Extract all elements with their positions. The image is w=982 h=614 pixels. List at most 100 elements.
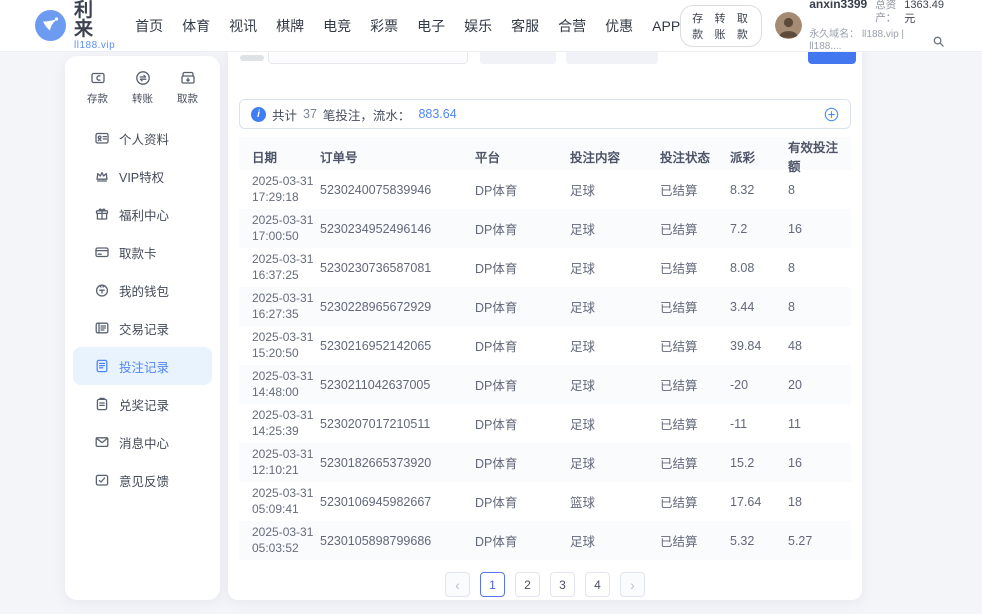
page-button-2[interactable]: 2 xyxy=(515,572,540,597)
nav-home[interactable]: 首页 xyxy=(135,16,163,36)
table-body: 2025-03-3117:29:18 5230240075839946 DP体育… xyxy=(239,170,851,560)
sidebar-item-redeem-records[interactable]: 兑奖记录 xyxy=(73,385,212,423)
sidebar-item-label: 交易记录 xyxy=(119,319,169,338)
withdraw-link[interactable]: 取款 xyxy=(737,10,750,42)
nav-service[interactable]: 客服 xyxy=(511,16,539,36)
turnover-value: 883.64 xyxy=(418,107,456,121)
logo-icon xyxy=(35,10,66,41)
sidebar-item-label: VIP特权 xyxy=(119,167,164,186)
next-page-button[interactable]: › xyxy=(620,572,645,597)
sidebar-item-label: 兑奖记录 xyxy=(119,395,169,414)
table-row: 2025-03-3115:20:50 5230216952142065 DP体育… xyxy=(239,326,851,365)
bank-card-icon xyxy=(94,244,110,260)
table-row: 2025-03-3114:25:39 5230207017210511 DP体育… xyxy=(239,404,851,443)
sidebar-item-feedback[interactable]: 意见反馈 xyxy=(73,461,212,499)
sidebar-menu: 个人资料 VIP特权 福利中心 取款卡 xyxy=(65,119,220,499)
page-button-1[interactable]: 1 xyxy=(480,572,505,597)
col-platform: 平台 xyxy=(475,147,570,166)
username: anxin3399 xyxy=(809,0,867,12)
page-button-4[interactable]: 4 xyxy=(585,572,610,597)
col-order: 订单号 xyxy=(320,147,475,166)
sidebar: 存款 转账 取款 个人资料 xyxy=(65,56,220,600)
pagination: ‹ 1 2 3 4 › xyxy=(228,572,862,597)
sidebar-item-welfare[interactable]: 福利中心 xyxy=(73,195,212,233)
feedback-icon xyxy=(94,472,110,488)
expand-plus-icon[interactable] xyxy=(824,107,839,122)
nav-esports[interactable]: 电竞 xyxy=(323,16,351,36)
sidebar-item-messages[interactable]: 消息中心 xyxy=(73,423,212,461)
sidebar-item-wallet[interactable]: 我的钱包 xyxy=(73,271,212,309)
table-header: 日期 订单号 平台 投注内容 投注状态 派彩 有效投注额 xyxy=(239,137,851,170)
table-row: 2025-03-3117:00:50 5230234952496146 DP体育… xyxy=(239,209,851,248)
summary-prefix: 共计 xyxy=(272,105,297,124)
sidebar-quick-actions: 存款 转账 取款 xyxy=(65,56,220,110)
site-logo[interactable]: 利 来 ll188.vip xyxy=(35,1,122,51)
summary-bar: i 共计 37 笔投注，流水： 883.64 xyxy=(239,99,851,129)
summary-middle: 笔投注，流水： xyxy=(323,105,411,124)
sidebar-item-profile[interactable]: 个人资料 xyxy=(73,119,212,157)
sidebar-item-bet-records[interactable]: 投注记录 xyxy=(73,347,212,385)
nav-sports[interactable]: 体育 xyxy=(182,16,210,36)
sidebar-item-vip[interactable]: VIP特权 xyxy=(73,157,212,195)
nav-app[interactable]: APP xyxy=(652,18,680,34)
bet-records-icon xyxy=(94,358,110,374)
nav-entertainment[interactable]: 娱乐 xyxy=(464,16,492,36)
table-row: 2025-03-3112:10:21 5230182665373920 DP体育… xyxy=(239,443,851,482)
sidebar-item-label: 意见反馈 xyxy=(119,471,169,490)
logo-domain: ll188.vip xyxy=(74,41,122,51)
nav-slots[interactable]: 电子 xyxy=(417,16,445,36)
col-date: 日期 xyxy=(252,147,320,166)
bet-records-table: 日期 订单号 平台 投注内容 投注状态 派彩 有效投注额 2025-03-311… xyxy=(239,137,851,560)
user-info[interactable]: anxin3399 总资产： 1363.49元 永久域名： ll188.vip … xyxy=(775,0,944,54)
col-payout: 派彩 xyxy=(730,147,788,166)
sidebar-item-label: 消息中心 xyxy=(119,433,169,452)
quick-deposit-button[interactable]: 存款 xyxy=(87,69,108,106)
nav-promo[interactable]: 优惠 xyxy=(605,16,633,36)
bet-count: 37 xyxy=(303,107,317,121)
nav-partner[interactable]: 合营 xyxy=(558,16,586,36)
prev-page-button[interactable]: ‹ xyxy=(445,572,470,597)
permanent-domain: 永久域名： ll188.vip | ll188.... xyxy=(809,29,929,54)
table-row: 2025-03-3116:27:35 5230228965672929 DP体育… xyxy=(239,287,851,326)
top-header: 利 来 ll188.vip 首页 体育 视讯 棋牌 电竞 彩票 电子 娱乐 客服… xyxy=(0,0,982,52)
deposit-icon xyxy=(89,69,107,87)
transfer-link[interactable]: 转账 xyxy=(715,10,728,42)
nav-cards[interactable]: 棋牌 xyxy=(276,16,304,36)
quick-transfer-button[interactable]: 转账 xyxy=(132,69,153,106)
sidebar-item-label: 取款卡 xyxy=(119,243,157,262)
assets-value: 1363.49元 xyxy=(904,0,944,27)
deposit-link[interactable]: 存款 xyxy=(692,10,705,42)
crown-icon xyxy=(94,168,110,184)
wallet-icon xyxy=(94,282,110,298)
clipboard-icon xyxy=(94,396,110,412)
quick-deposit-label: 存款 xyxy=(87,91,108,106)
table-row: 2025-03-3114:48:00 5230211042637005 DP体育… xyxy=(239,365,851,404)
table-row: 2025-03-3105:09:41 5230106945982667 DP体育… xyxy=(239,482,851,521)
sidebar-item-transactions[interactable]: 交易记录 xyxy=(73,309,212,347)
table-row: 2025-03-3105:03:52 5230105898799686 DP体育… xyxy=(239,521,851,560)
logo-title: 利 来 xyxy=(74,1,122,39)
header-right: 存款 转账 取款 anxin3399 总资产： 1363.49元 永久域名： xyxy=(680,0,944,54)
bet-records-panel: i 共计 37 笔投注，流水： 883.64 日期 订单号 平台 投注内容 投注… xyxy=(228,40,862,600)
transfer-icon xyxy=(134,69,152,87)
page-button-3[interactable]: 3 xyxy=(550,572,575,597)
sidebar-item-withdraw-card[interactable]: 取款卡 xyxy=(73,233,212,271)
quick-transfer-label: 转账 xyxy=(132,91,153,106)
id-card-icon xyxy=(94,130,110,146)
nav-lottery[interactable]: 彩票 xyxy=(370,16,398,36)
col-valid: 有效投注额 xyxy=(788,137,838,175)
withdraw-icon xyxy=(179,69,197,87)
table-row: 2025-03-3117:29:18 5230240075839946 DP体育… xyxy=(239,170,851,209)
info-icon: i xyxy=(251,107,266,122)
col-content: 投注内容 xyxy=(570,147,660,166)
nav-live[interactable]: 视讯 xyxy=(229,16,257,36)
main-nav: 首页 体育 视讯 棋牌 电竞 彩票 电子 娱乐 客服 合营 优惠 APP xyxy=(135,16,680,36)
assets-label: 总资产： xyxy=(875,0,896,26)
filter-label xyxy=(240,55,264,61)
wallet-actions-pill: 存款 转账 取款 xyxy=(680,5,762,47)
sidebar-item-label: 我的钱包 xyxy=(119,281,169,300)
sidebar-item-label: 个人资料 xyxy=(119,129,169,148)
quick-withdraw-button[interactable]: 取款 xyxy=(177,69,198,106)
sidebar-item-label: 福利中心 xyxy=(119,205,169,224)
search-icon[interactable] xyxy=(933,36,944,47)
